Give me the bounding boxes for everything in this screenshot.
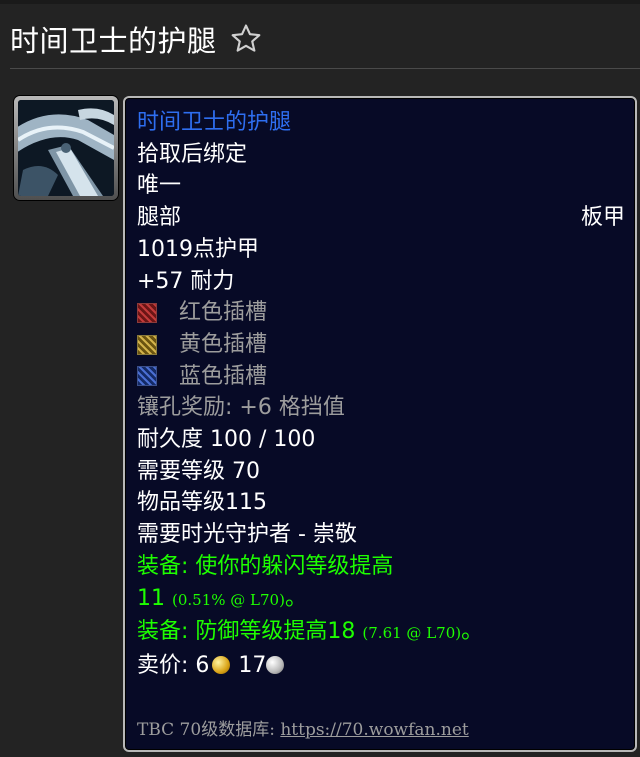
sell-label: 卖价: bbox=[137, 652, 196, 678]
slot-row: 腿部 板甲 bbox=[137, 202, 625, 234]
page-title: 时间卫士的护腿 bbox=[10, 24, 217, 58]
red-socket-icon bbox=[137, 303, 157, 324]
sell-silver: 17 bbox=[238, 652, 267, 678]
top-bar bbox=[0, 0, 640, 4]
socket-label: 黄色插槽 bbox=[179, 331, 268, 357]
required-reputation: 需要时光守护者 - 崇敬 bbox=[137, 522, 357, 548]
slot-label: 腿部 bbox=[137, 205, 182, 231]
database-footer: TBC 70级数据库: https://70.wowfan.net bbox=[137, 715, 469, 740]
dodge-detail: (0.51% @ L70) bbox=[172, 590, 285, 609]
equip-effect-dodge-value: 11 (0.51% @ L70)。 bbox=[137, 583, 625, 617]
equip-effect-defense: 装备: 防御等级提高18 (7.61 @ L70)。 bbox=[137, 616, 625, 650]
durability: 耐久度 100 / 100 bbox=[137, 427, 316, 453]
header-divider bbox=[10, 68, 640, 69]
socket-label: 红色插槽 bbox=[179, 300, 268, 326]
socket-red: 红色插槽 bbox=[137, 297, 625, 329]
equip-effect-dodge: 装备: 使你的躲闪等级提高 bbox=[137, 553, 394, 579]
socket-label: 蓝色插槽 bbox=[179, 363, 268, 389]
dodge-value: 11 bbox=[137, 585, 165, 611]
gold-coin-icon bbox=[212, 655, 231, 674]
defense-end: 。 bbox=[461, 619, 484, 645]
item-icon-frame[interactable] bbox=[14, 96, 118, 200]
item-level: 物品等级115 bbox=[137, 490, 267, 516]
plate-leggings-icon bbox=[18, 100, 114, 196]
stamina-stat: +57 耐力 bbox=[137, 268, 235, 294]
required-level: 需要等级 70 bbox=[137, 458, 260, 484]
armor-type-label: 板甲 bbox=[580, 205, 625, 231]
defense-text: 装备: 防御等级提高18 bbox=[137, 619, 356, 645]
star-outline-icon[interactable] bbox=[229, 22, 263, 56]
sell-gold: 6 bbox=[195, 652, 210, 678]
dodge-end: 。 bbox=[284, 585, 307, 611]
socket-blue: 蓝色插槽 bbox=[137, 361, 625, 393]
socket-bonus: 镶孔奖励: +6 格挡值 bbox=[137, 395, 345, 421]
blue-socket-icon bbox=[137, 366, 157, 387]
unique-label: 唯一 bbox=[137, 173, 182, 199]
sell-price: 卖价: 6 17 bbox=[137, 650, 625, 682]
item-tooltip: 时间卫士的护腿 拾取后绑定 唯一 腿部 板甲 1019点护甲 +57 耐力 红色… bbox=[123, 96, 637, 752]
bind-type: 拾取后绑定 bbox=[137, 141, 248, 167]
silver-coin-icon bbox=[266, 655, 285, 674]
yellow-socket-icon bbox=[137, 334, 157, 355]
defense-detail: (7.61 @ L70) bbox=[362, 624, 462, 643]
page-header: 时间卫士的护腿 bbox=[10, 18, 263, 60]
footer-label: TBC 70级数据库: bbox=[137, 720, 281, 740]
footer-link[interactable]: https://70.wowfan.net bbox=[280, 720, 468, 740]
item-name[interactable]: 时间卫士的护腿 bbox=[137, 107, 625, 139]
socket-yellow: 黄色插槽 bbox=[137, 329, 625, 361]
armor-value: 1019点护甲 bbox=[137, 236, 259, 262]
